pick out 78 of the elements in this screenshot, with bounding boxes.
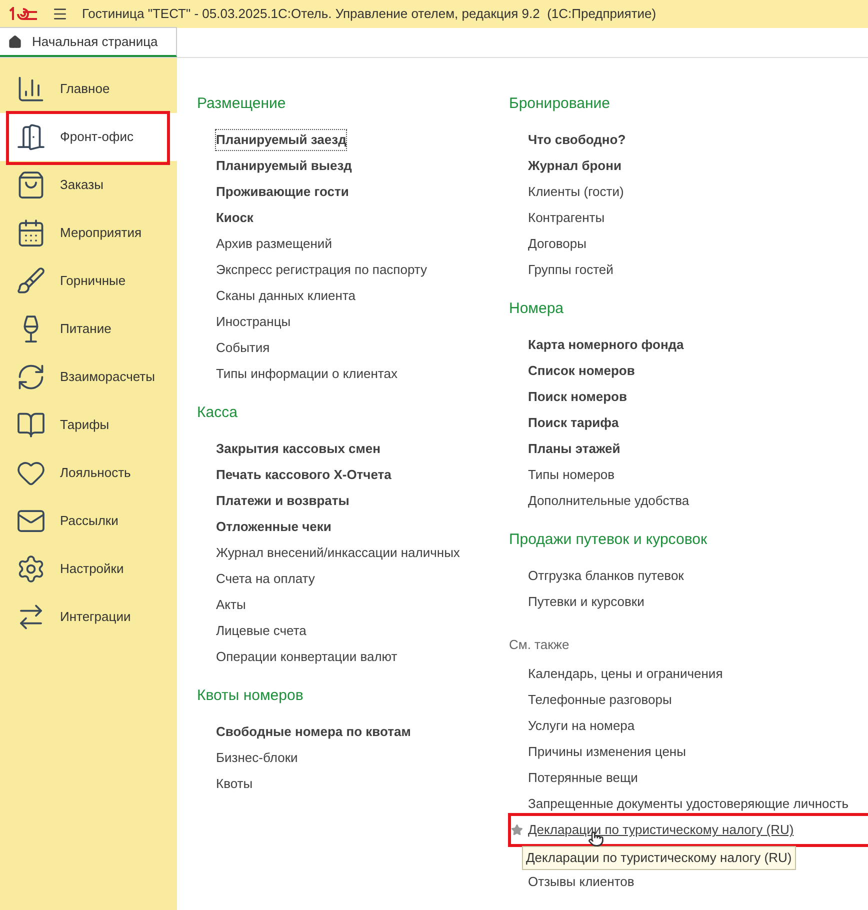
sidebar-item[interactable]: Взаиморасчеты — [0, 353, 177, 401]
menu-link[interactable]: Отзывы клиентов — [528, 872, 634, 892]
sidebar-item[interactable]: Лояльность — [0, 449, 177, 497]
menu-link[interactable]: Журнал брони — [528, 156, 622, 176]
menu-link[interactable]: Группы гостей — [528, 260, 614, 280]
menu-link[interactable]: Печать кассового X-Отчета — [216, 465, 392, 485]
settings-icon — [16, 554, 46, 584]
menu-link[interactable]: Отгрузка бланков путевок — [528, 566, 684, 586]
menu-link[interactable]: Потерянные вещи — [528, 768, 638, 788]
sidebar-item[interactable]: Фронт-офис — [0, 113, 177, 161]
sidebar-item[interactable]: Тарифы — [0, 401, 177, 449]
menu-link[interactable]: Путевки и курсовки — [528, 592, 644, 612]
menu-link[interactable]: Клиенты (гости) — [528, 182, 624, 202]
menu-link[interactable]: Планы этажей — [528, 439, 620, 459]
menu-link[interactable]: Контрагенты — [528, 208, 605, 228]
sidebar-item[interactable]: Главное — [0, 65, 177, 113]
menu-link[interactable]: Декларации по туристическому налогу (RU) — [528, 820, 794, 840]
calendar-icon — [16, 218, 46, 248]
sidebar-item[interactable]: Горничные — [0, 257, 177, 305]
menu-link[interactable]: Запрещенные документы удостоверяющие личность — [528, 794, 849, 814]
menu-link[interactable]: Планируемый заезд — [216, 130, 346, 150]
menu-link[interactable]: Телефонные разговоры — [528, 690, 672, 710]
door-icon — [16, 122, 46, 152]
menu-link[interactable]: Типы номеров — [528, 465, 615, 485]
menu-link[interactable]: Лицевые счета — [216, 621, 306, 641]
menu-link[interactable]: Экспресс регистрация по паспорту — [216, 260, 427, 280]
shopping-bag-icon — [16, 170, 46, 200]
menu-link[interactable]: Дополнительные удобства — [528, 491, 690, 511]
logo-icon — [8, 7, 38, 21]
menu-link[interactable]: Бизнес-блоки — [216, 748, 298, 768]
menu-link[interactable]: Квоты — [216, 774, 253, 794]
menu-link[interactable]: Причины изменения цены — [528, 742, 686, 762]
sidebar-item[interactable]: Заказы — [0, 161, 177, 209]
menu-link[interactable]: Поиск номеров — [528, 387, 627, 407]
sidebar-item[interactable]: Настройки — [0, 545, 177, 593]
menu-link[interactable]: Платежи и возвраты — [216, 491, 350, 511]
menu-link[interactable]: Сканы данных клиента — [216, 286, 356, 306]
home-icon — [8, 34, 22, 48]
window-title: Гостиница "ТЕСТ" - 05.03.2025.1С:Отель. Управление отелем, редакция 9.2 (1С:Предприятие) — [82, 5, 656, 24]
menu-link[interactable]: Журнал внесений/инкассации наличных — [216, 543, 460, 563]
menu-link[interactable]: Договоры — [528, 234, 586, 254]
menu-link[interactable]: Киоск — [216, 208, 254, 228]
section-title: Бронирование — [509, 94, 612, 114]
menu-link[interactable]: Архив размещений — [216, 234, 332, 254]
sidebar-item[interactable]: Мероприятия — [0, 209, 177, 257]
menu-link[interactable]: Закрытия кассовых смен — [216, 439, 380, 459]
menu-link[interactable]: Акты — [216, 595, 246, 615]
menu-link[interactable]: Поиск тарифа — [528, 413, 619, 433]
menu-link[interactable]: Список номеров — [528, 361, 635, 381]
menu-icon[interactable] — [52, 6, 68, 22]
section-title: Номера — [509, 299, 565, 319]
book-icon — [16, 410, 46, 440]
menu-link[interactable]: Иностранцы — [216, 312, 291, 332]
section-title: Размещение — [197, 94, 287, 114]
menu-link[interactable]: Что свободно? — [528, 130, 626, 150]
menu-link[interactable]: Отложенные чеки — [216, 517, 332, 537]
menu-link[interactable]: Счета на оплату — [216, 569, 315, 589]
tooltip: Декларации по туристическому налогу (RU) — [522, 846, 796, 870]
menu-link[interactable]: Проживающие гости — [216, 182, 349, 202]
menu-link[interactable]: Операции конвертации валют — [216, 647, 398, 667]
bar-chart-icon — [16, 74, 46, 104]
home-tab[interactable]: Начальная страница — [0, 27, 177, 57]
menu-link[interactable]: Календарь, цены и ограничения — [528, 664, 723, 684]
menu-link[interactable]: Услуги на номера — [528, 716, 635, 736]
section-title: См. также — [509, 636, 570, 654]
sidebar-item[interactable]: Питание — [0, 305, 177, 353]
cycle-icon — [16, 362, 46, 392]
section-title: Продажи путевок и курсовок — [509, 530, 708, 550]
section-title: Квоты номеров — [197, 686, 304, 706]
menu-link[interactable]: Карта номерного фонда — [528, 335, 684, 355]
menu-link[interactable]: Свободные номера по квотам — [216, 722, 411, 742]
menu-link[interactable]: Планируемый выезд — [216, 156, 352, 176]
sidebar-item[interactable]: Рассылки — [0, 497, 177, 545]
menu-link[interactable]: Типы информации о клиентах — [216, 364, 398, 384]
section-title: Касса — [197, 403, 238, 423]
brush-icon — [16, 266, 46, 296]
menu-link[interactable]: События — [216, 338, 270, 358]
sidebar-item[interactable]: Интеграции — [0, 593, 177, 641]
